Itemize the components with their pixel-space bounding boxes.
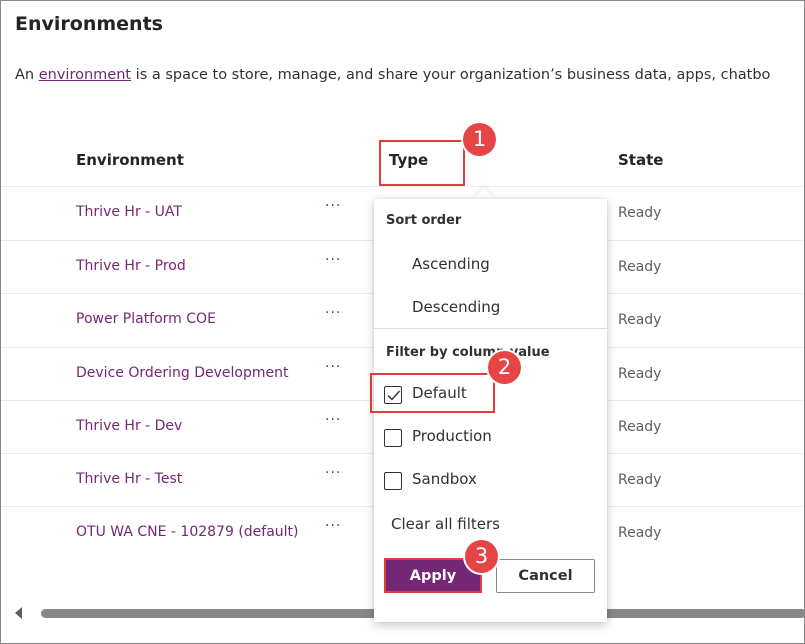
state-value: Ready <box>618 419 662 435</box>
more-options-icon[interactable]: ··· <box>325 412 341 428</box>
more-options-icon[interactable]: ··· <box>325 252 341 268</box>
state-value: Ready <box>618 205 662 221</box>
environment-name-link[interactable]: Power Platform COE <box>76 311 216 327</box>
intro-text: An environment is a space to store, mana… <box>15 67 770 83</box>
more-options-icon[interactable]: ··· <box>325 305 341 321</box>
environment-name-link[interactable]: Thrive Hr - UAT <box>76 204 182 220</box>
environment-name-link[interactable]: Device Ordering Development <box>76 365 288 381</box>
cancel-button[interactable]: Cancel <box>496 559 595 593</box>
annotation-badge-1: 1 <box>463 123 496 156</box>
annotation-badge-2: 2 <box>488 351 521 384</box>
column-header-state[interactable]: State <box>618 151 663 169</box>
scroll-left-arrow-icon[interactable] <box>15 607 22 619</box>
column-header-environment[interactable]: Environment <box>76 151 184 169</box>
more-options-icon[interactable]: ··· <box>325 359 341 375</box>
more-options-icon[interactable]: ··· <box>325 518 341 534</box>
more-options-icon[interactable]: ··· <box>325 198 341 214</box>
sort-ascending-option[interactable]: Ascending <box>412 255 490 273</box>
sort-order-label: Sort order <box>386 213 462 228</box>
environments-panel: Environments An environment is a space t… <box>0 0 805 644</box>
divider <box>374 328 607 329</box>
state-value: Ready <box>618 312 662 328</box>
annotation-highlight-default-filter <box>370 373 495 413</box>
intro-prefix: An <box>15 67 39 83</box>
clear-all-filters-link[interactable]: Clear all filters <box>391 515 500 533</box>
filter-production-label: Production <box>412 427 492 445</box>
state-value: Ready <box>618 366 662 382</box>
state-value: Ready <box>618 472 662 488</box>
intro-suffix: is a space to store, manage, and share y… <box>131 67 771 83</box>
environment-name-link[interactable]: Thrive Hr - Test <box>76 471 182 487</box>
sort-descending-option[interactable]: Descending <box>412 298 500 316</box>
state-value: Ready <box>618 259 662 275</box>
checkbox-unchecked[interactable] <box>384 429 402 447</box>
more-options-icon[interactable]: ··· <box>325 465 341 481</box>
filter-sandbox-label: Sandbox <box>412 470 477 488</box>
environment-name-link[interactable]: OTU WA CNE - 102879 (default) <box>76 524 299 540</box>
annotation-highlight-type-header <box>379 140 465 186</box>
filter-label: Filter by column value <box>386 345 550 360</box>
environment-name-link[interactable]: Thrive Hr - Prod <box>76 258 186 274</box>
annotation-badge-3: 3 <box>465 540 498 573</box>
environment-name-link[interactable]: Thrive Hr - Dev <box>76 418 182 434</box>
page-title: Environments <box>15 13 163 35</box>
checkbox-unchecked[interactable] <box>384 472 402 490</box>
environment-link[interactable]: environment <box>39 67 131 83</box>
state-value: Ready <box>618 525 662 541</box>
